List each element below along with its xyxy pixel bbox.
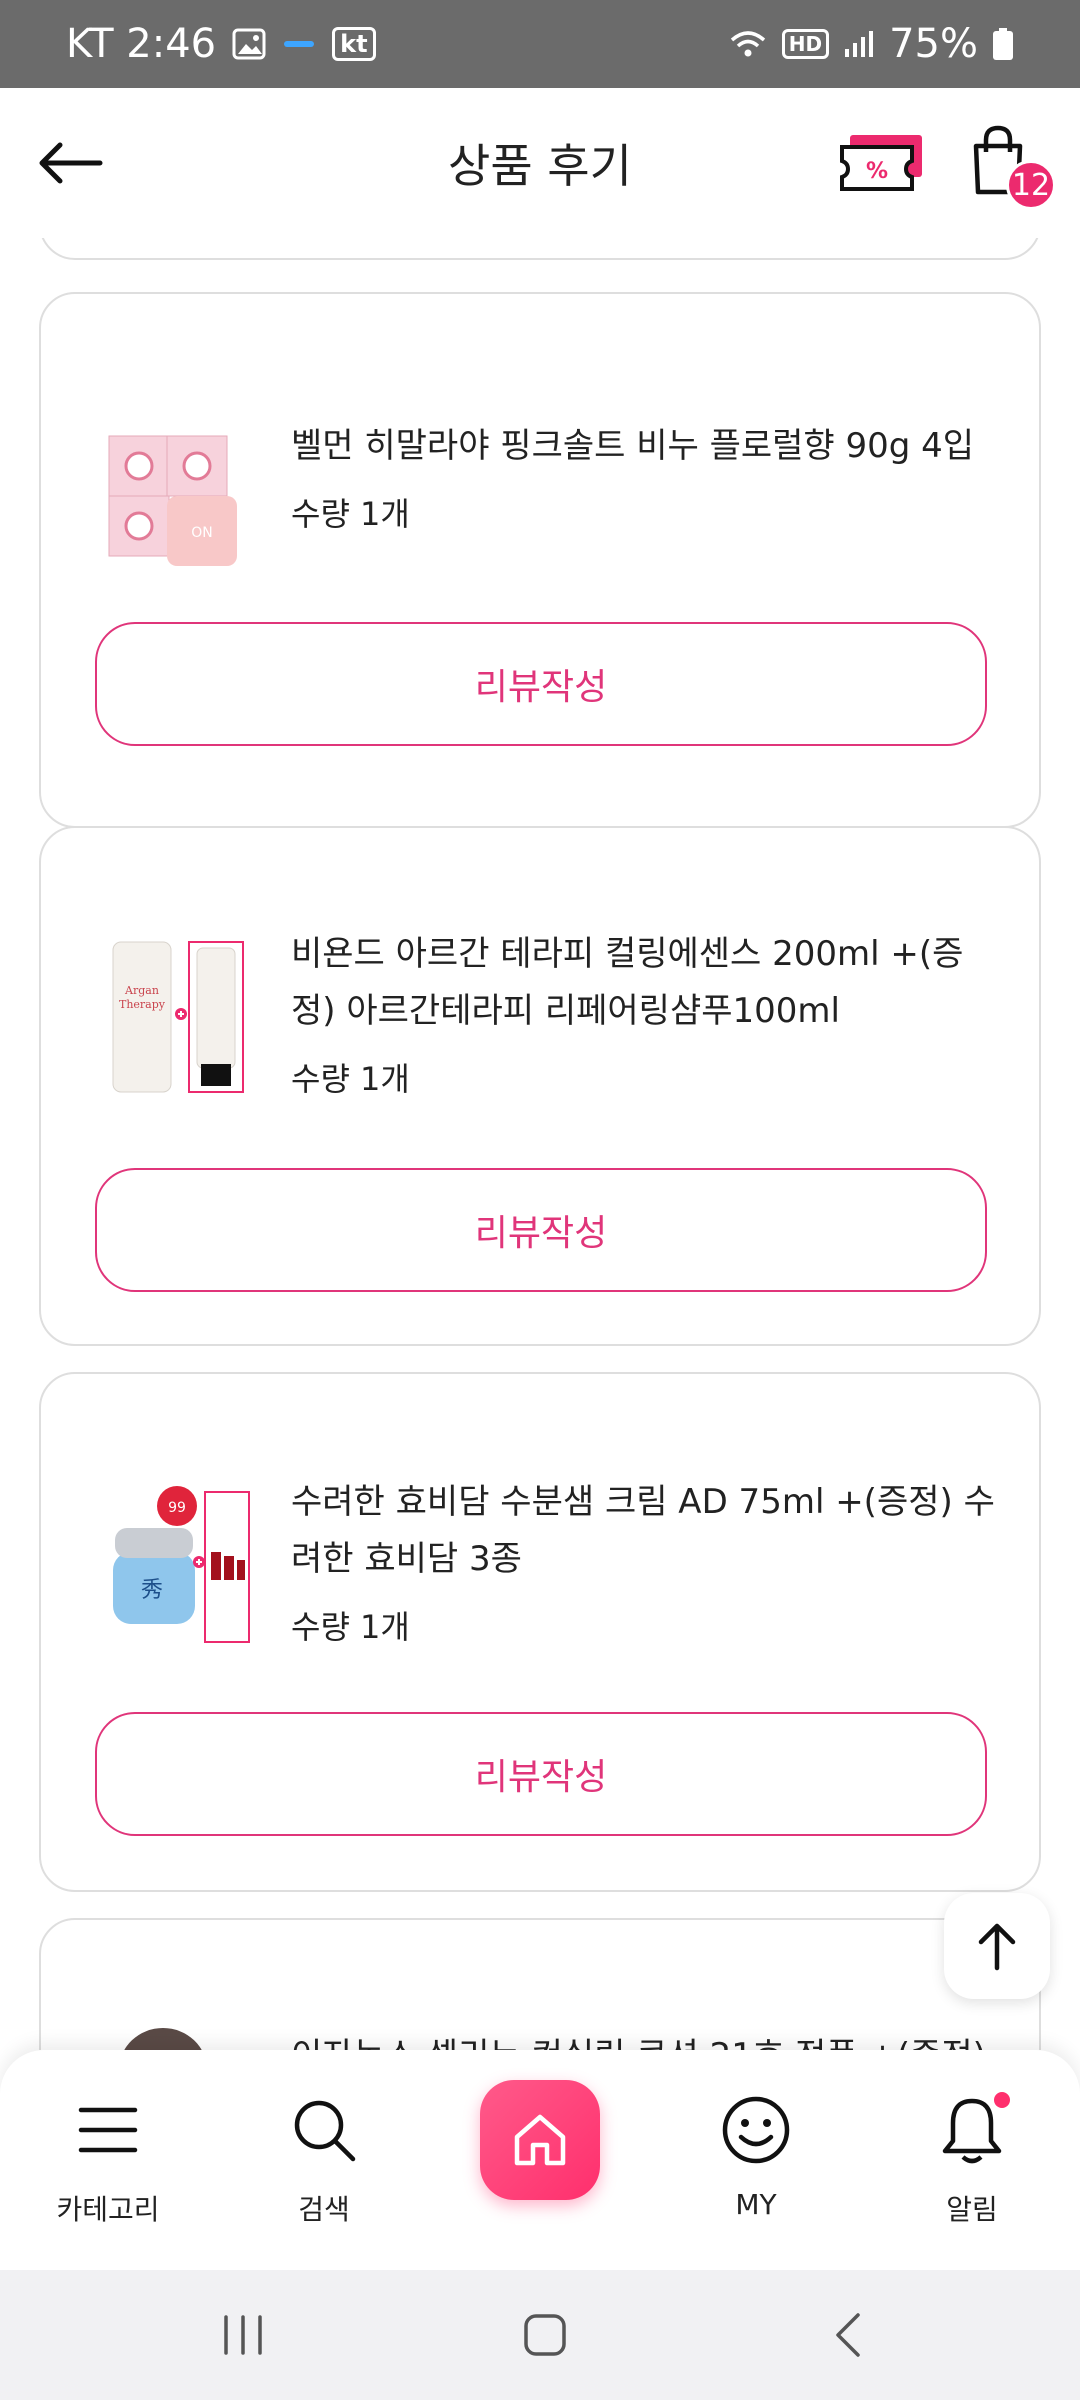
recents-icon: [224, 2315, 262, 2355]
coupon-icon: %: [840, 135, 922, 191]
bottom-nav: 카테고리 검색 MY 알림: [0, 2050, 1080, 2270]
system-nav-bar: [0, 2270, 1080, 2400]
svg-text:ON: ON: [191, 525, 213, 541]
battery-percent: 75%: [889, 21, 978, 67]
arrow-up-icon: [978, 1923, 1016, 1971]
product-quantity: 수량 1개: [291, 1060, 410, 1098]
status-bar: KT 2:46 kt HD 75%: [0, 0, 1080, 88]
write-review-button[interactable]: 리뷰작성: [95, 1712, 987, 1836]
review-list[interactable]: ON 벨먼 히말라야 핑크솔트 비누 플로럴향 90g 4입 수량 1개 리뷰작…: [0, 238, 1080, 2050]
scroll-top-button[interactable]: [944, 1893, 1050, 1999]
product-image: Argan Therapy: [101, 934, 251, 1104]
arrow-left-icon: [39, 142, 103, 184]
svg-text:99: 99: [168, 1500, 186, 1516]
bell-icon: [932, 2090, 1012, 2170]
signal-icon: [843, 29, 875, 59]
nav-item-my[interactable]: MY: [676, 2090, 836, 2221]
write-review-button[interactable]: 리뷰작성: [95, 622, 987, 746]
gallery-icon: [232, 28, 266, 60]
product-info: 이자녹스 셀리뉴 컨실링 쿠션 21호 정품 +(증정): [291, 2028, 999, 2050]
svg-text:Argan: Argan: [124, 984, 159, 997]
product-info: 벨먼 히말라야 핑크솔트 비누 플로럴향 90g 4입 수량 1개: [291, 418, 999, 535]
product-info: 수려한 효비담 수분샘 크림 AD 75ml +(증정) 수려한 효비담 3종 …: [291, 1474, 999, 1648]
hd-icon: HD: [781, 29, 830, 59]
product-card: [39, 238, 1041, 260]
battery-icon: [992, 27, 1014, 61]
nav-item-home[interactable]: [480, 2080, 600, 2200]
home-icon: [514, 2114, 566, 2166]
nav-label: MY: [735, 2188, 777, 2221]
page-title: 상품 후기: [448, 139, 632, 193]
product-card: 秀 99 수려한 효비담 수분샘 크림 AD 75ml +(증정) 수려한 효비…: [39, 1372, 1041, 1892]
product-image: ON: [101, 414, 251, 584]
nav-item-category[interactable]: 카테고리: [28, 2090, 188, 2228]
svg-text:Therapy: Therapy: [119, 998, 166, 1011]
product-name: 수려한 효비담 수분샘 크림 AD 75ml +(증정) 수려한 효비담 3종: [291, 1482, 995, 1579]
search-icon: [284, 2090, 364, 2170]
home-square-icon: [524, 2314, 566, 2356]
notification-dot: [994, 2092, 1010, 2108]
recent-apps-button[interactable]: [208, 2305, 278, 2365]
svg-text:%: %: [866, 159, 888, 184]
cart-count-badge: 12: [1006, 160, 1056, 210]
menu-icon: [68, 2090, 148, 2170]
product-info: 비욘드 아르간 테라피 컬링에센스 200ml +(증정) 아르간테라피 리페어…: [291, 926, 999, 1100]
status-time: KT 2:46: [66, 21, 217, 67]
nav-item-alarm[interactable]: 알림: [892, 2090, 1052, 2228]
write-review-button[interactable]: 리뷰작성: [95, 1168, 987, 1292]
wifi-icon: [728, 28, 768, 60]
product-card: ON 벨먼 히말라야 핑크솔트 비누 플로럴향 90g 4입 수량 1개 리뷰작…: [39, 292, 1041, 828]
cart-button[interactable]: 12: [968, 124, 1056, 210]
back-button[interactable]: [32, 133, 108, 193]
nav-label: 알림: [946, 2193, 998, 2226]
product-image: [101, 2020, 251, 2050]
coupon-button[interactable]: %: [838, 133, 926, 193]
product-quantity: 수량 1개: [291, 1608, 410, 1646]
product-card: 이자녹스 셀리뉴 컨실링 쿠션 21호 정품 +(증정): [39, 1918, 1041, 2050]
nav-label: 카테고리: [56, 2193, 160, 2226]
smiley-icon: [716, 2090, 796, 2170]
product-quantity: 수량 1개: [291, 495, 410, 533]
svg-text:秀: 秀: [141, 1578, 163, 1603]
network-icon: [282, 34, 316, 54]
app-header: 상품 후기 % 12: [0, 88, 1080, 238]
product-card: Argan Therapy 비욘드 아르간 테라피 컬링에센스 200ml +(…: [39, 826, 1041, 1346]
kt-icon: kt: [332, 27, 376, 61]
product-name: 비욘드 아르간 테라피 컬링에센스 200ml +(증정) 아르간테라피 리페어…: [291, 934, 964, 1031]
home-system-button[interactable]: [510, 2305, 580, 2365]
nav-item-search[interactable]: 검색: [244, 2090, 404, 2228]
product-image: 秀 99: [101, 1482, 251, 1652]
product-name: 벨먼 히말라야 핑크솔트 비누 플로럴향 90g 4입: [291, 426, 975, 466]
nav-label: 검색: [298, 2193, 350, 2226]
chevron-left-icon: [836, 2313, 860, 2357]
product-name: 이자녹스 셀리뉴 컨실링 쿠션 21호 정품 +(증정): [291, 2028, 999, 2050]
back-system-button[interactable]: [812, 2305, 882, 2365]
